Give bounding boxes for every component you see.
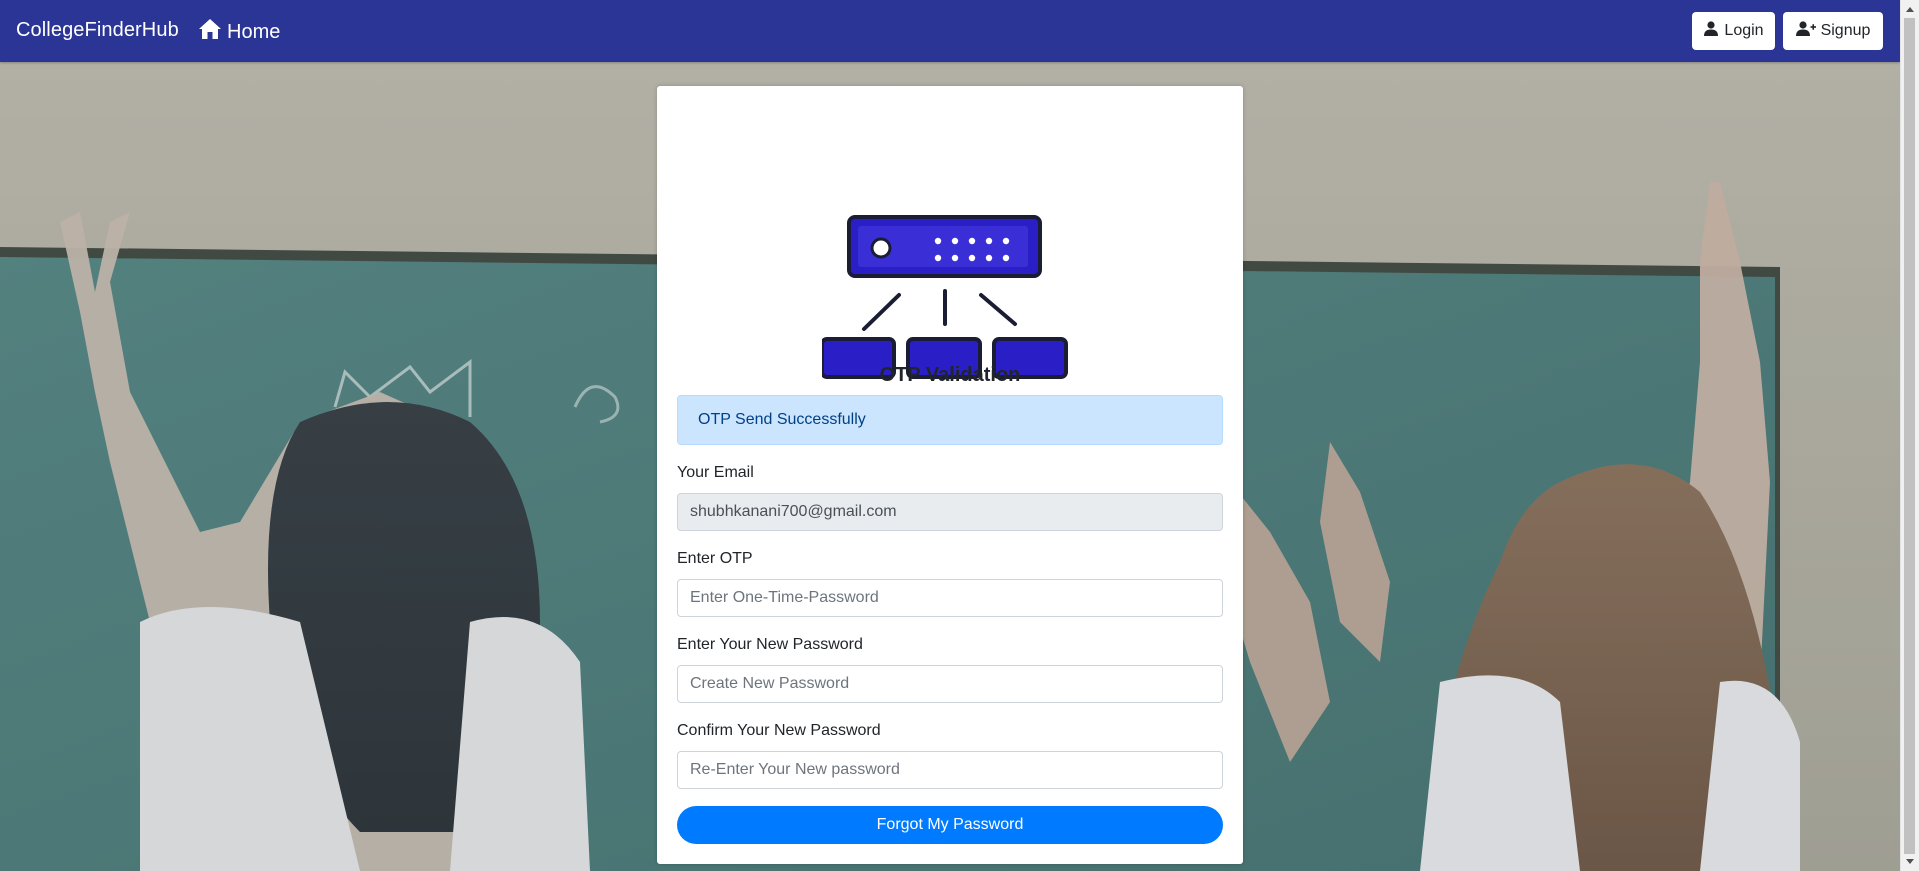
scroll-up-arrow-icon[interactable] [1906, 7, 1914, 12]
home-label: Home [227, 20, 281, 43]
user-icon [1703, 21, 1719, 41]
signup-label: Signup [1820, 22, 1871, 39]
confirm-password-input[interactable] [677, 751, 1223, 789]
scroll-down-arrow-icon[interactable] [1906, 859, 1914, 864]
page: CollegeFinderHub Home Login Signup OTP V… [0, 0, 1919, 871]
new-password-label: Enter Your New Password [677, 636, 863, 653]
otp-card: OTP Validation OTP Send Successfully You… [657, 86, 1243, 864]
page-title: OTP Validation [879, 364, 1021, 386]
otp-label: Enter OTP [677, 550, 753, 567]
login-label: Login [1724, 22, 1764, 39]
otp-input[interactable] [677, 579, 1223, 617]
user-plus-icon [1795, 21, 1816, 41]
home-icon [198, 18, 222, 46]
email-label: Your Email [677, 464, 754, 481]
signup-button[interactable]: Signup [1783, 12, 1883, 50]
forgot-password-button[interactable]: Forgot My Password [677, 806, 1223, 844]
login-button[interactable]: Login [1692, 12, 1775, 50]
network-hierarchy-icon [820, 150, 1072, 400]
confirm-password-label: Confirm Your New Password [677, 722, 881, 739]
email-field[interactable] [677, 493, 1223, 531]
success-alert: OTP Send Successfully [677, 395, 1223, 445]
scrollbar-thumb[interactable] [1904, 18, 1915, 854]
new-password-input[interactable] [677, 665, 1223, 703]
top-navbar: CollegeFinderHub Home Login Signup [0, 0, 1900, 62]
vertical-scrollbar[interactable] [1900, 0, 1919, 871]
home-link[interactable]: Home [198, 18, 280, 46]
brand-link[interactable]: CollegeFinderHub [16, 19, 179, 42]
